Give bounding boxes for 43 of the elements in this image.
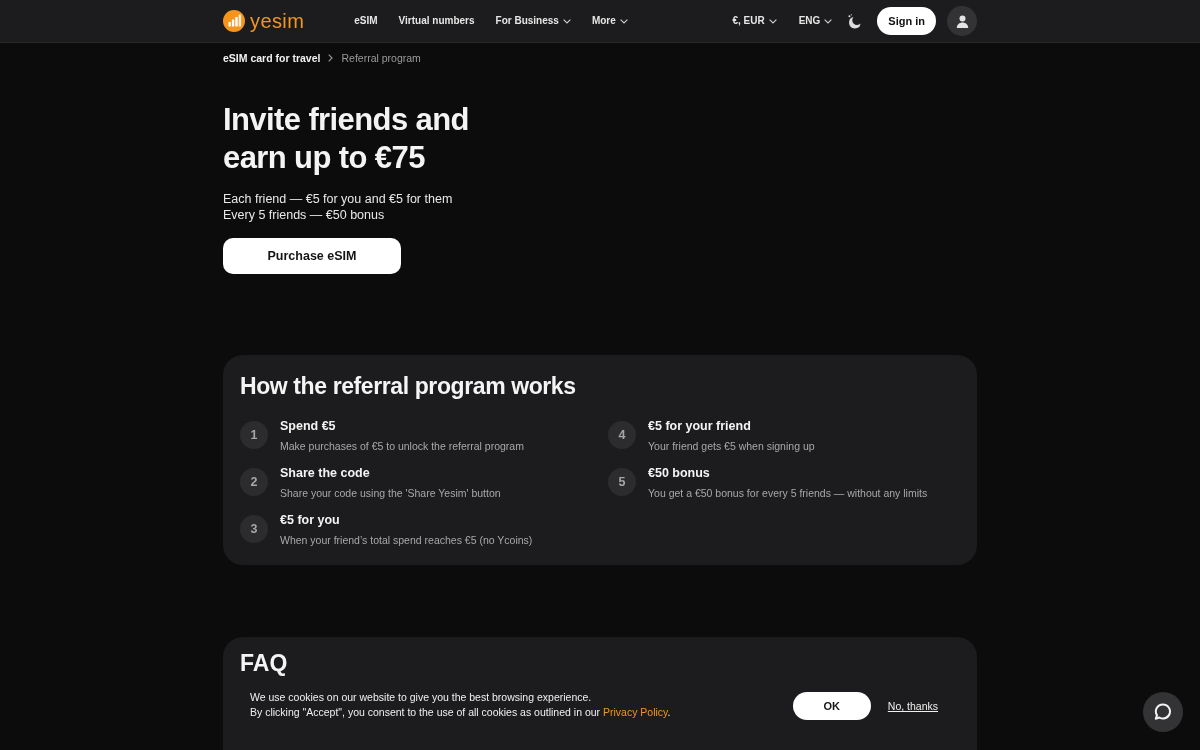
step-title: €5 for your friend <box>648 417 752 434</box>
page-title: Invite friends and earn up to €75 <box>223 101 470 177</box>
logo-icon[interactable] <box>223 10 245 32</box>
logo-text[interactable]: yesim <box>250 10 305 32</box>
step-number: 4 <box>608 421 636 449</box>
caret-icon <box>824 18 833 24</box>
privacy-policy-link[interactable]: Privacy Policy <box>603 706 668 718</box>
step-description: You get a €50 bonus for every 5 friends — without any limits <box>648 485 928 500</box>
cookie-notice-text: We use cookies on our website to give you the best browsing experience. By clicking "Accept", you consent to the use of all cookies as outlined in our Privacy Policy. <box>250 690 672 720</box>
step-title: €5 for you <box>280 511 341 528</box>
step-number: 2 <box>240 468 268 496</box>
step-title: Share the code <box>280 464 371 481</box>
nav-link[interactable]: More <box>591 14 628 28</box>
ok-button[interactable]: OK <box>792 692 871 720</box>
user-icon <box>955 14 969 28</box>
sign-in-button[interactable]: Sign in <box>877 7 936 35</box>
section-title: How the referral program works <box>240 372 577 400</box>
chat-bubble-icon <box>1154 703 1172 721</box>
profile-button[interactable] <box>947 6 977 36</box>
chat-button[interactable] <box>1143 692 1183 732</box>
purchase-button[interactable]: Purchase eSIM <box>223 238 401 274</box>
nav-link[interactable]: Virtual numbers <box>398 14 475 28</box>
currency-selector[interactable]: €, EUR <box>732 14 777 28</box>
step-description: Share your code using the 'Share Yesim' button <box>280 485 501 500</box>
breadcrumb-link[interactable]: eSIM card for travel <box>223 51 321 65</box>
page-subtitle: Each friend — €5 for you and €5 for them Every 5 friends — €50 bonus <box>223 191 454 223</box>
breadcrumb-current: Referral program <box>341 51 421 65</box>
step-number: 3 <box>240 515 268 543</box>
step-number: 1 <box>240 421 268 449</box>
chevron-right-icon <box>328 54 334 62</box>
step-description: Your friend gets €5 when signing up <box>648 438 815 453</box>
step-title: €50 bonus <box>648 464 711 481</box>
step-number: 5 <box>608 468 636 496</box>
step-description: Make purchases of €5 to unlock the referral program <box>280 438 524 453</box>
step-title: Spend €5 <box>280 417 337 434</box>
nav-link[interactable]: eSIM <box>354 14 378 28</box>
nav-link[interactable]: For Business <box>495 14 571 28</box>
decline-link[interactable]: No, thanks <box>887 699 938 713</box>
step-description: When your friend’s total spend reaches €5 (no Ycoins) <box>280 532 533 547</box>
section-title: FAQ <box>240 650 289 676</box>
caret-icon <box>768 18 777 24</box>
language-selector[interactable]: ENG <box>798 14 833 28</box>
moon-icon[interactable] <box>847 13 863 29</box>
